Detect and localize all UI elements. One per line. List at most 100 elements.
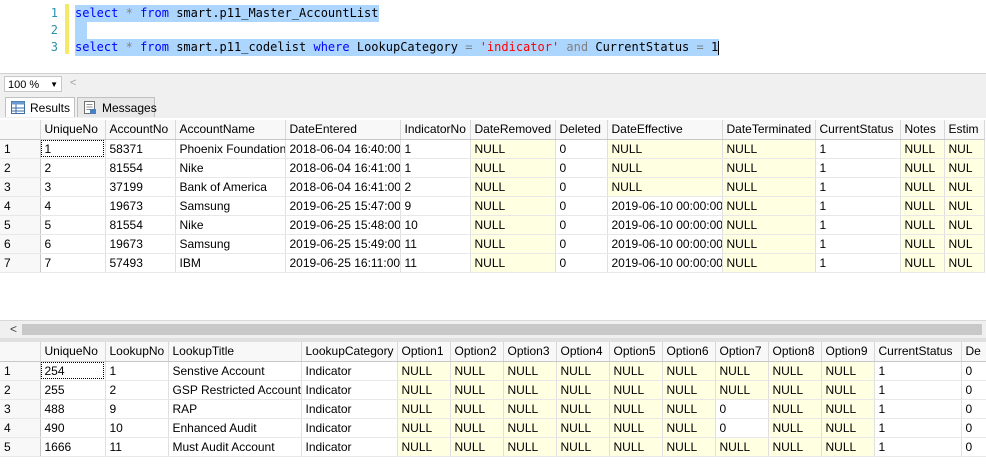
table-cell[interactable]: 1 xyxy=(815,215,901,235)
table-row[interactable]: 6 6 19673 Samsung 2019-06-25 15:49:00 11 NULL 0… xyxy=(0,234,985,254)
column-header[interactable]: De xyxy=(961,342,986,362)
table-cell[interactable]: NULL xyxy=(715,380,769,400)
table-cell[interactable]: NULL xyxy=(722,177,816,197)
table-cell[interactable]: 7 xyxy=(40,253,106,273)
table-cell[interactable]: 255 xyxy=(40,380,106,400)
table-cell[interactable]: 3 xyxy=(40,177,106,197)
table-cell[interactable]: NULL xyxy=(607,139,723,159)
table-cell[interactable]: 490 xyxy=(40,418,106,438)
table-cell[interactable]: Nike xyxy=(175,215,286,235)
table-row[interactable]: 4 490 10 Enhanced Audit Indicator NULL NULL NUL… xyxy=(0,418,986,438)
row-number[interactable]: 5 xyxy=(0,215,41,235)
table-cell[interactable]: NULL xyxy=(503,418,557,438)
table-cell[interactable]: 58371 xyxy=(105,139,176,159)
table-cell[interactable]: 19673 xyxy=(105,196,176,216)
row-number[interactable]: 4 xyxy=(0,196,41,216)
column-header[interactable]: CurrentStatus xyxy=(874,342,962,362)
table-cell[interactable]: NULL xyxy=(503,399,557,419)
table-row[interactable]: 7 7 57493 IBM 2019-06-25 16:11:00 11 NULL 0 2019… xyxy=(0,253,985,273)
table-row[interactable]: 2 2 81554 Nike 2018-06-04 16:41:00 1 NULL 0 NULL… xyxy=(0,158,985,178)
table-cell[interactable]: NULL xyxy=(397,361,451,381)
table-cell[interactable]: Nike xyxy=(175,158,286,178)
table-cell[interactable]: NULL xyxy=(470,139,556,159)
table-cell[interactable]: NULL xyxy=(607,177,723,197)
table-cell[interactable]: Samsung xyxy=(175,234,286,254)
table-cell[interactable]: 11 xyxy=(105,437,169,457)
table-cell[interactable]: Enhanced Audit xyxy=(168,418,302,438)
column-header[interactable]: DateRemoved xyxy=(470,120,556,140)
table-cell[interactable]: Phoenix Foundation xyxy=(175,139,286,159)
table-row[interactable]: 5 5 81554 Nike 2019-06-25 15:48:00 10 NULL 0 201… xyxy=(0,215,985,235)
table-cell[interactable]: NULL xyxy=(722,215,816,235)
table-cell[interactable]: Samsung xyxy=(175,196,286,216)
row-number[interactable]: 5 xyxy=(0,437,41,457)
table-cell[interactable]: 57493 xyxy=(105,253,176,273)
table-cell[interactable]: NULL xyxy=(450,361,504,381)
table-cell[interactable]: 11 xyxy=(400,253,471,273)
table-cell[interactable]: 2 xyxy=(40,158,106,178)
table-cell[interactable]: NULL xyxy=(609,399,663,419)
table-cell[interactable]: NULL xyxy=(662,361,716,381)
table-cell[interactable]: 2019-06-10 00:00:00 xyxy=(607,234,723,254)
table-cell[interactable]: NULL xyxy=(722,253,816,273)
table-cell[interactable]: 2 xyxy=(400,177,471,197)
table-cell[interactable]: 0 xyxy=(555,139,608,159)
table-cell[interactable]: 1 xyxy=(40,139,106,159)
table-cell[interactable]: 2019-06-25 15:47:00 xyxy=(285,196,401,216)
table-cell[interactable]: 0 xyxy=(555,234,608,254)
table-cell[interactable]: NULL xyxy=(722,158,816,178)
table-cell[interactable]: 2019-06-10 00:00:00 xyxy=(607,215,723,235)
table-cell[interactable]: NULL xyxy=(470,253,556,273)
scroll-left-icon[interactable]: < xyxy=(70,77,76,89)
table-cell[interactable]: NULL xyxy=(768,399,822,419)
table-cell[interactable]: 1 xyxy=(874,437,962,457)
table-cell[interactable]: Indicator xyxy=(301,418,398,438)
tab-messages[interactable]: Messages xyxy=(77,97,157,117)
table-cell[interactable]: NULL xyxy=(715,361,769,381)
table-cell[interactable]: NULL xyxy=(450,418,504,438)
table-cell[interactable]: 9 xyxy=(400,196,471,216)
table-cell[interactable]: NULL xyxy=(609,380,663,400)
table-row[interactable]: 3 3 37199 Bank of America 2018-06-04 16:41:0… xyxy=(0,177,985,197)
column-header[interactable]: DateEffective xyxy=(607,120,723,140)
table-cell[interactable]: NUL xyxy=(944,234,985,254)
table-cell[interactable]: 0 xyxy=(555,215,608,235)
table-cell[interactable]: NULL xyxy=(609,418,663,438)
column-header[interactable]: LookupCategory xyxy=(301,342,398,362)
row-number[interactable]: 1 xyxy=(0,139,41,159)
table-cell[interactable]: NULL xyxy=(821,399,875,419)
column-header[interactable]: Option5 xyxy=(609,342,663,362)
table-cell[interactable]: IBM xyxy=(175,253,286,273)
row-number[interactable]: 3 xyxy=(0,177,41,197)
table-cell[interactable]: NULL xyxy=(470,158,556,178)
code-text[interactable]: select * from smart.p11_Master_AccountLi… xyxy=(75,5,379,22)
column-header[interactable]: UniqueNo xyxy=(40,120,106,140)
table-cell[interactable]: NULL xyxy=(503,437,557,457)
table-cell[interactable]: 0 xyxy=(961,437,986,457)
table-cell[interactable]: NULL xyxy=(821,361,875,381)
results-grid-2[interactable]: UniqueNo LookupNo LookupTitle LookupCategor… xyxy=(0,342,986,466)
column-header[interactable]: DateEntered xyxy=(285,120,401,140)
table-cell[interactable]: NULL xyxy=(609,361,663,381)
table-cell[interactable]: NULL xyxy=(768,437,822,457)
table-cell[interactable]: NULL xyxy=(715,437,769,457)
table-cell[interactable]: Indicator xyxy=(301,361,398,381)
column-header[interactable]: Option8 xyxy=(768,342,822,362)
column-header[interactable] xyxy=(0,120,41,140)
table-cell[interactable]: NULL xyxy=(397,437,451,457)
table-cell[interactable]: 1 xyxy=(874,418,962,438)
table-cell[interactable]: NULL xyxy=(900,234,945,254)
table-cell[interactable]: NUL xyxy=(944,215,985,235)
table-cell[interactable]: NULL xyxy=(900,196,945,216)
column-header[interactable]: AccountName xyxy=(175,120,286,140)
table-cell[interactable]: NULL xyxy=(503,380,557,400)
table-cell[interactable]: NULL xyxy=(821,437,875,457)
column-header[interactable] xyxy=(0,342,41,362)
table-cell[interactable]: Indicator xyxy=(301,437,398,457)
table-cell[interactable]: NULL xyxy=(900,177,945,197)
column-header[interactable]: AccountNo xyxy=(105,120,176,140)
table-cell[interactable]: 2019-06-25 15:48:00 xyxy=(285,215,401,235)
row-number[interactable]: 2 xyxy=(0,158,41,178)
table-cell[interactable]: NULL xyxy=(607,158,723,178)
table-cell[interactable]: 81554 xyxy=(105,215,176,235)
